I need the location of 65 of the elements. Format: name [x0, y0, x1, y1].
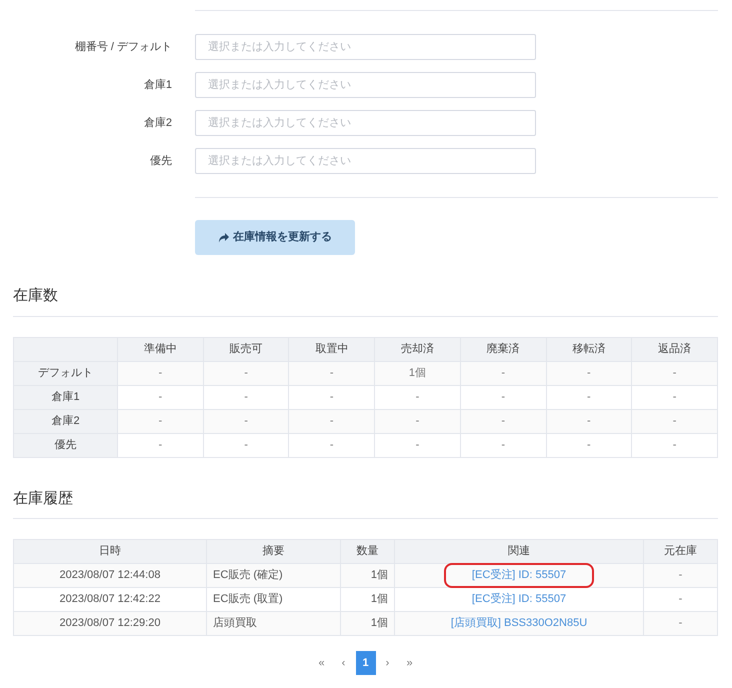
field-label: 優先 [149, 154, 172, 169]
table-cell: - [632, 409, 718, 433]
input-field[interactable]: 選択または入力してください [195, 148, 536, 174]
update-button[interactable]: 在庫情報を更新する [195, 220, 355, 255]
table-cell: - [288, 409, 375, 433]
table-cell: 1個 [374, 361, 460, 385]
row-header: 倉庫2 [14, 409, 118, 433]
column-header: 廃棄済 [460, 337, 546, 361]
row-header: 倉庫1 [14, 385, 118, 409]
field-label: 倉庫1 [142, 78, 172, 93]
table-cell: - [644, 612, 718, 636]
column-header: 数量 [340, 540, 394, 564]
column-header: 販売可 [203, 337, 289, 361]
page-button[interactable]: ‹ [334, 651, 354, 675]
table-cell: - [203, 385, 289, 409]
table-cell: - [374, 409, 460, 433]
column-header: 取置中 [288, 337, 375, 361]
page-button[interactable]: » [400, 651, 420, 675]
table-cell: - [203, 361, 289, 385]
table-cell: - [632, 361, 718, 385]
table-cell: - [203, 409, 289, 433]
page-button[interactable]: 1 [356, 651, 376, 675]
input-field[interactable]: 選択または入力してください [195, 72, 536, 98]
table-cell: - [546, 361, 632, 385]
table-cell: - [546, 433, 632, 457]
table-cell: - [632, 433, 718, 457]
table-cell: - [288, 361, 375, 385]
table-cell: - [118, 385, 204, 409]
table-cell: - [632, 385, 718, 409]
column-header: 日時 [14, 540, 206, 564]
column-header: 準備中 [118, 337, 204, 361]
column-header: 売却済 [374, 337, 460, 361]
table-cell: - [460, 433, 546, 457]
table-cell: 2023/08/07 12:29:20 [14, 612, 206, 636]
table-cell: 店頭買取 [206, 612, 340, 636]
table-cell: - [288, 385, 375, 409]
column-header: 返品済 [632, 337, 718, 361]
table-cell: - [374, 433, 460, 457]
column-header: 移転済 [546, 337, 632, 361]
table-cell: - [546, 385, 632, 409]
table-cell: - [118, 433, 204, 457]
column-header: 元在庫 [644, 540, 718, 564]
share-arrow-icon [218, 232, 229, 242]
page-button[interactable]: › [378, 651, 398, 675]
table-cell: - [546, 409, 632, 433]
table-cell: - [460, 409, 546, 433]
section-title: 在庫数 [13, 285, 718, 316]
table-cell: - [460, 361, 546, 385]
field-label: 棚番号 / デフォルト [74, 40, 172, 55]
input-field[interactable]: 選択または入力してください [195, 34, 536, 60]
column-header: 関連 [394, 540, 644, 564]
row-header: 優先 [14, 433, 118, 457]
section-title: 在庫履歴 [13, 488, 718, 519]
table-cell: - [118, 409, 204, 433]
field-label: 倉庫2 [142, 116, 172, 131]
table-cell: 1個 [340, 612, 394, 636]
row-header: デフォルト [14, 361, 118, 385]
input-field[interactable]: 選択または入力してください [195, 110, 536, 136]
page-button[interactable]: « [312, 651, 332, 675]
table-cell: - [288, 433, 375, 457]
table-cell: - [203, 433, 289, 457]
table-cell: - [374, 385, 460, 409]
column-header: 摘要 [206, 540, 340, 564]
table-cell: - [460, 385, 546, 409]
table-cell: - [118, 361, 204, 385]
